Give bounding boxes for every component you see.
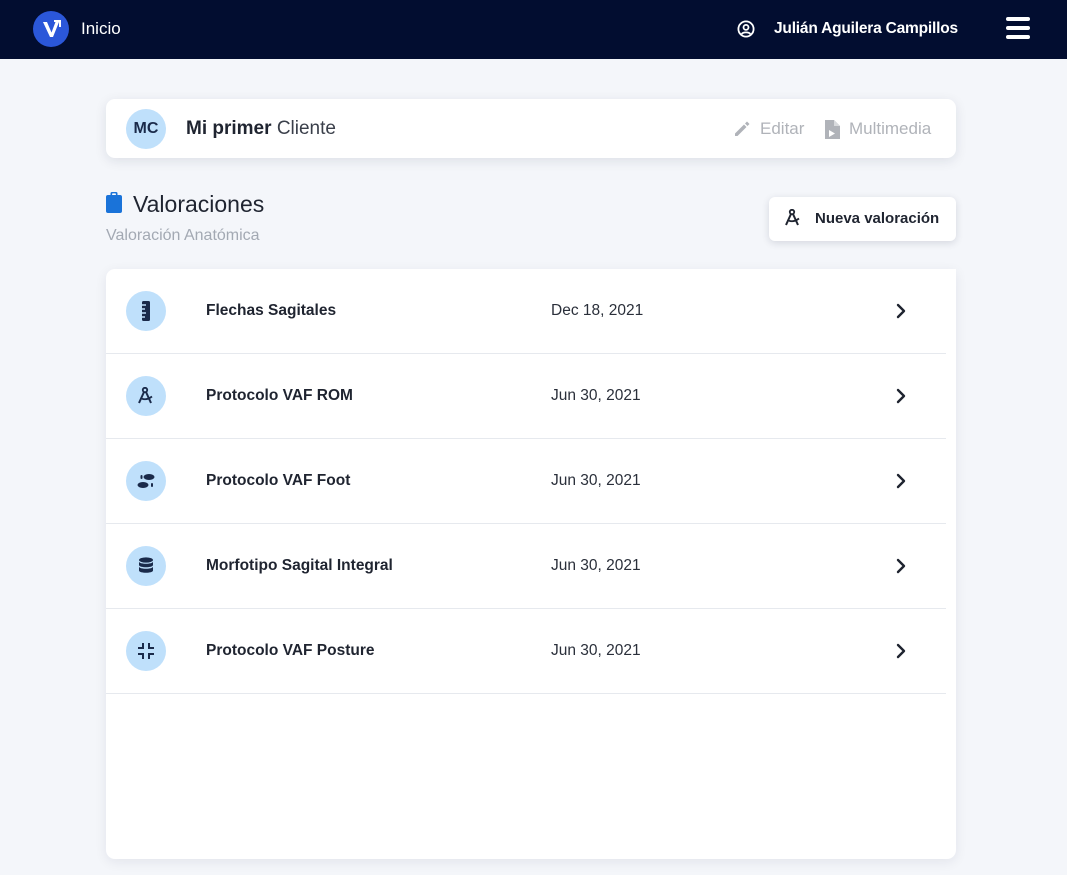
new-assessment-label: Nueva valoración [815, 210, 940, 227]
footprints-icon [126, 461, 166, 501]
assessment-date: Jun 30, 2021 [551, 557, 641, 574]
multimedia-button[interactable]: Multimedia [825, 119, 931, 139]
user-profile-button[interactable]: Julián Aguilera Campillos [737, 19, 958, 39]
client-first-name: Mi primer [186, 118, 272, 139]
client-last-name: Cliente [276, 118, 336, 139]
assessment-list: Flechas Sagitales Dec 18, 2021 Protocolo… [106, 269, 956, 859]
app-logo[interactable] [33, 11, 69, 47]
section-title: Valoraciones [133, 191, 265, 217]
assessment-date: Dec 18, 2021 [551, 302, 644, 319]
chevron-right-icon [896, 303, 906, 319]
pencil-icon [735, 121, 750, 136]
edit-button[interactable]: Editar [733, 119, 804, 139]
multimedia-label: Multimedia [849, 119, 932, 138]
new-assessment-button[interactable]: Nueva valoración [769, 197, 956, 241]
chevron-right-icon [896, 473, 906, 489]
edit-label: Editar [760, 119, 805, 138]
compass-drafting-icon [785, 209, 800, 226]
file-media-icon [825, 119, 840, 139]
assessment-date: Jun 30, 2021 [551, 387, 641, 404]
client-card: MC Mi primer Cliente Editar Multimedia [106, 99, 956, 158]
list-item[interactable]: Protocolo VAF Posture Jun 30, 2021 [106, 609, 946, 694]
assessment-title: Protocolo VAF Foot [206, 472, 351, 489]
user-circle-icon [737, 20, 755, 38]
assessment-date: Jun 30, 2021 [551, 642, 641, 659]
assessment-title: Protocolo VAF Posture [206, 642, 375, 659]
ruler-vertical-icon [126, 291, 166, 331]
client-avatar: MC [126, 109, 166, 149]
chevron-right-icon [896, 388, 906, 404]
chevron-right-icon [896, 558, 906, 574]
list-item[interactable]: Protocolo VAF ROM Jun 30, 2021 [106, 354, 946, 439]
assessment-title: Flechas Sagitales [206, 302, 337, 319]
section-subtitle: Valoración Anatómica [106, 227, 260, 244]
client-name: Mi primer Cliente [186, 118, 336, 140]
compress-icon [126, 631, 166, 671]
chevron-right-icon [896, 643, 906, 659]
logo-v-icon [43, 20, 61, 37]
assessment-title: Morfotipo Sagital Integral [206, 557, 393, 574]
hamburger-menu-icon[interactable] [1006, 17, 1030, 39]
assessment-date: Jun 30, 2021 [551, 472, 641, 489]
top-navbar: Inicio Julián Aguilera Campillos [0, 0, 1067, 59]
list-item[interactable]: Morfotipo Sagital Integral Jun 30, 2021 [106, 524, 946, 609]
user-name: Julián Aguilera Campillos [774, 20, 958, 37]
assessment-title: Protocolo VAF ROM [206, 387, 353, 404]
list-item[interactable]: Flechas Sagitales Dec 18, 2021 [106, 269, 946, 354]
database-icon [126, 546, 166, 586]
compass-drafting-icon [126, 376, 166, 416]
clipboard-icon [106, 192, 122, 213]
list-item[interactable]: Protocolo VAF Foot Jun 30, 2021 [106, 439, 946, 524]
home-link[interactable]: Inicio [81, 19, 121, 39]
